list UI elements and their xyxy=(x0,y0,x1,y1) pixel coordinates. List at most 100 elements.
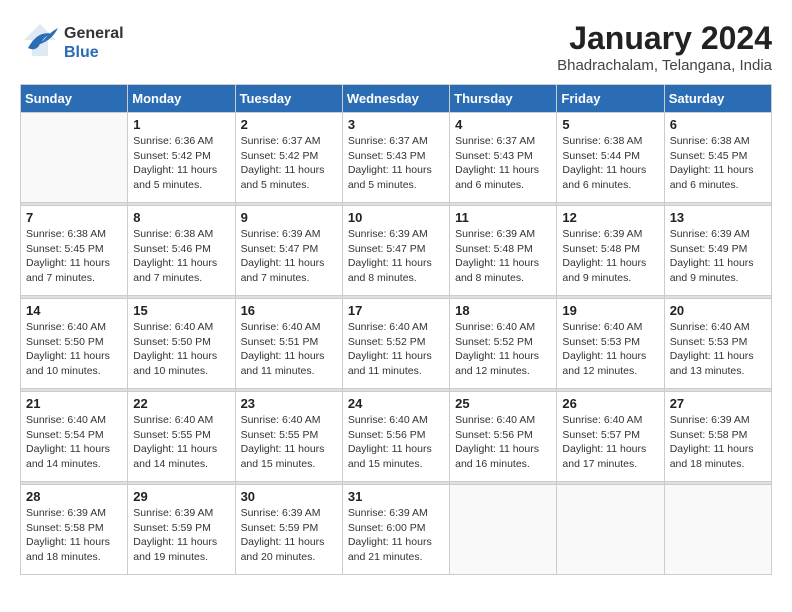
day-info: Sunrise: 6:39 AM Sunset: 5:58 PM Dayligh… xyxy=(26,506,122,565)
day-number: 24 xyxy=(348,396,444,411)
calendar-cell: 15Sunrise: 6:40 AM Sunset: 5:50 PM Dayli… xyxy=(128,299,235,389)
day-number: 29 xyxy=(133,489,229,504)
day-info: Sunrise: 6:38 AM Sunset: 5:45 PM Dayligh… xyxy=(26,227,122,286)
calendar-cell: 28 Sunrise: 6:39 AM Sunset: 5:58 PM Dayli… xyxy=(21,485,128,575)
calendar-cell: 18Sunrise: 6:40 AM Sunset: 5:52 PM Dayli… xyxy=(450,299,557,389)
day-number: 27 xyxy=(670,396,766,411)
day-info: Sunrise: 6:40 AM Sunset: 5:56 PM Dayligh… xyxy=(455,413,551,472)
day-number: 9 xyxy=(241,210,337,225)
day-number: 14 xyxy=(26,303,122,318)
day-info: Sunrise: 6:38 AM Sunset: 5:45 PM Dayligh… xyxy=(670,134,766,193)
day-number: 30 xyxy=(241,489,337,504)
calendar-cell: 1 Sunrise: 6:36 AM Sunset: 5:42 PM Daylig… xyxy=(128,113,235,203)
day-number: 18 xyxy=(455,303,551,318)
calendar-cell: 10Sunrise: 6:39 AM Sunset: 5:47 PM Dayli… xyxy=(342,206,449,296)
day-number: 25 xyxy=(455,396,551,411)
day-number: 31 xyxy=(348,489,444,504)
day-number: 28 xyxy=(26,489,122,504)
calendar-cell: 13 Sunrise: 6:39 AM Sunset: 5:49 PM Dayli… xyxy=(664,206,771,296)
page-header: General Blue January 2024 Bhadrachalam, … xyxy=(20,20,772,74)
day-number: 19 xyxy=(562,303,658,318)
day-info: Sunrise: 6:40 AM Sunset: 5:50 PM Dayligh… xyxy=(26,320,122,379)
weekday-header: Wednesday xyxy=(342,85,449,113)
calendar-cell xyxy=(664,485,771,575)
day-number: 21 xyxy=(26,396,122,411)
day-number: 22 xyxy=(133,396,229,411)
calendar-cell xyxy=(21,113,128,203)
calendar-cell: 5Sunrise: 6:38 AM Sunset: 5:44 PM Daylig… xyxy=(557,113,664,203)
day-info: Sunrise: 6:40 AM Sunset: 5:52 PM Dayligh… xyxy=(348,320,444,379)
calendar-cell: 9Sunrise: 6:39 AM Sunset: 5:47 PM Daylig… xyxy=(235,206,342,296)
location-subtitle: Bhadrachalam, Telangana, India xyxy=(557,57,772,74)
day-number: 23 xyxy=(241,396,337,411)
calendar-cell: 24 Sunrise: 6:40 AM Sunset: 5:56 PM Dayli… xyxy=(342,392,449,482)
weekday-header: Tuesday xyxy=(235,85,342,113)
calendar-cell: 22 Sunrise: 6:40 AM Sunset: 5:55 PM Dayli… xyxy=(128,392,235,482)
weekday-header: Sunday xyxy=(21,85,128,113)
day-info: Sunrise: 6:40 AM Sunset: 5:50 PM Dayligh… xyxy=(133,320,229,379)
calendar-cell: 2 Sunrise: 6:37 AM Sunset: 5:42 PM Daylig… xyxy=(235,113,342,203)
calendar-cell xyxy=(450,485,557,575)
day-info: Sunrise: 6:39 AM Sunset: 5:48 PM Dayligh… xyxy=(562,227,658,286)
logo: General Blue xyxy=(20,20,124,66)
day-info: Sunrise: 6:37 AM Sunset: 5:42 PM Dayligh… xyxy=(241,134,337,193)
day-number: 13 xyxy=(670,210,766,225)
weekday-header: Saturday xyxy=(664,85,771,113)
day-info: Sunrise: 6:40 AM Sunset: 5:53 PM Dayligh… xyxy=(670,320,766,379)
day-number: 12 xyxy=(562,210,658,225)
day-number: 1 xyxy=(133,117,229,132)
calendar-cell: 8 Sunrise: 6:38 AM Sunset: 5:46 PM Daylig… xyxy=(128,206,235,296)
weekday-header-row: SundayMondayTuesdayWednesdayThursdayFrid… xyxy=(21,85,772,113)
day-info: Sunrise: 6:37 AM Sunset: 5:43 PM Dayligh… xyxy=(455,134,551,193)
day-number: 17 xyxy=(348,303,444,318)
day-number: 4 xyxy=(455,117,551,132)
calendar-cell: 11 Sunrise: 6:39 AM Sunset: 5:48 PM Dayli… xyxy=(450,206,557,296)
calendar-table: SundayMondayTuesdayWednesdayThursdayFrid… xyxy=(20,84,772,575)
day-info: Sunrise: 6:40 AM Sunset: 5:55 PM Dayligh… xyxy=(133,413,229,472)
calendar-cell: 14 Sunrise: 6:40 AM Sunset: 5:50 PM Dayli… xyxy=(21,299,128,389)
day-info: Sunrise: 6:39 AM Sunset: 5:58 PM Dayligh… xyxy=(670,413,766,472)
calendar-week-row: 1 Sunrise: 6:36 AM Sunset: 5:42 PM Daylig… xyxy=(21,113,772,203)
day-info: Sunrise: 6:39 AM Sunset: 5:48 PM Dayligh… xyxy=(455,227,551,286)
month-title: January 2024 xyxy=(557,20,772,57)
title-area: January 2024 Bhadrachalam, Telangana, In… xyxy=(557,20,772,74)
calendar-cell: 29Sunrise: 6:39 AM Sunset: 5:59 PM Dayli… xyxy=(128,485,235,575)
day-info: Sunrise: 6:39 AM Sunset: 6:00 PM Dayligh… xyxy=(348,506,444,565)
calendar-week-row: 14 Sunrise: 6:40 AM Sunset: 5:50 PM Dayli… xyxy=(21,299,772,389)
calendar-cell: 4 Sunrise: 6:37 AM Sunset: 5:43 PM Daylig… xyxy=(450,113,557,203)
day-number: 6 xyxy=(670,117,766,132)
day-info: Sunrise: 6:39 AM Sunset: 5:59 PM Dayligh… xyxy=(241,506,337,565)
day-info: Sunrise: 6:38 AM Sunset: 5:44 PM Dayligh… xyxy=(562,134,658,193)
day-number: 2 xyxy=(241,117,337,132)
day-number: 8 xyxy=(133,210,229,225)
calendar-cell: 7 Sunrise: 6:38 AM Sunset: 5:45 PM Daylig… xyxy=(21,206,128,296)
calendar-cell: 20 Sunrise: 6:40 AM Sunset: 5:53 PM Dayli… xyxy=(664,299,771,389)
day-info: Sunrise: 6:40 AM Sunset: 5:55 PM Dayligh… xyxy=(241,413,337,472)
day-number: 11 xyxy=(455,210,551,225)
calendar-cell: 3Sunrise: 6:37 AM Sunset: 5:43 PM Daylig… xyxy=(342,113,449,203)
calendar-cell: 16Sunrise: 6:40 AM Sunset: 5:51 PM Dayli… xyxy=(235,299,342,389)
calendar-cell: 6 Sunrise: 6:38 AM Sunset: 5:45 PM Daylig… xyxy=(664,113,771,203)
calendar-week-row: 28 Sunrise: 6:39 AM Sunset: 5:58 PM Dayli… xyxy=(21,485,772,575)
day-number: 16 xyxy=(241,303,337,318)
calendar-cell: 12 Sunrise: 6:39 AM Sunset: 5:48 PM Dayli… xyxy=(557,206,664,296)
day-info: Sunrise: 6:39 AM Sunset: 5:49 PM Dayligh… xyxy=(670,227,766,286)
day-info: Sunrise: 6:39 AM Sunset: 5:47 PM Dayligh… xyxy=(348,227,444,286)
day-info: Sunrise: 6:38 AM Sunset: 5:46 PM Dayligh… xyxy=(133,227,229,286)
day-number: 20 xyxy=(670,303,766,318)
logo-bird-icon xyxy=(20,20,60,66)
calendar-cell: 26Sunrise: 6:40 AM Sunset: 5:57 PM Dayli… xyxy=(557,392,664,482)
calendar-cell: 21 Sunrise: 6:40 AM Sunset: 5:54 PM Dayli… xyxy=(21,392,128,482)
day-number: 26 xyxy=(562,396,658,411)
day-info: Sunrise: 6:36 AM Sunset: 5:42 PM Dayligh… xyxy=(133,134,229,193)
weekday-header: Friday xyxy=(557,85,664,113)
calendar-week-row: 21 Sunrise: 6:40 AM Sunset: 5:54 PM Dayli… xyxy=(21,392,772,482)
weekday-header: Thursday xyxy=(450,85,557,113)
day-number: 7 xyxy=(26,210,122,225)
calendar-cell: 17 Sunrise: 6:40 AM Sunset: 5:52 PM Dayli… xyxy=(342,299,449,389)
calendar-cell: 27 Sunrise: 6:39 AM Sunset: 5:58 PM Dayli… xyxy=(664,392,771,482)
weekday-header: Monday xyxy=(128,85,235,113)
day-info: Sunrise: 6:40 AM Sunset: 5:53 PM Dayligh… xyxy=(562,320,658,379)
day-info: Sunrise: 6:40 AM Sunset: 5:56 PM Dayligh… xyxy=(348,413,444,472)
day-info: Sunrise: 6:40 AM Sunset: 5:54 PM Dayligh… xyxy=(26,413,122,472)
